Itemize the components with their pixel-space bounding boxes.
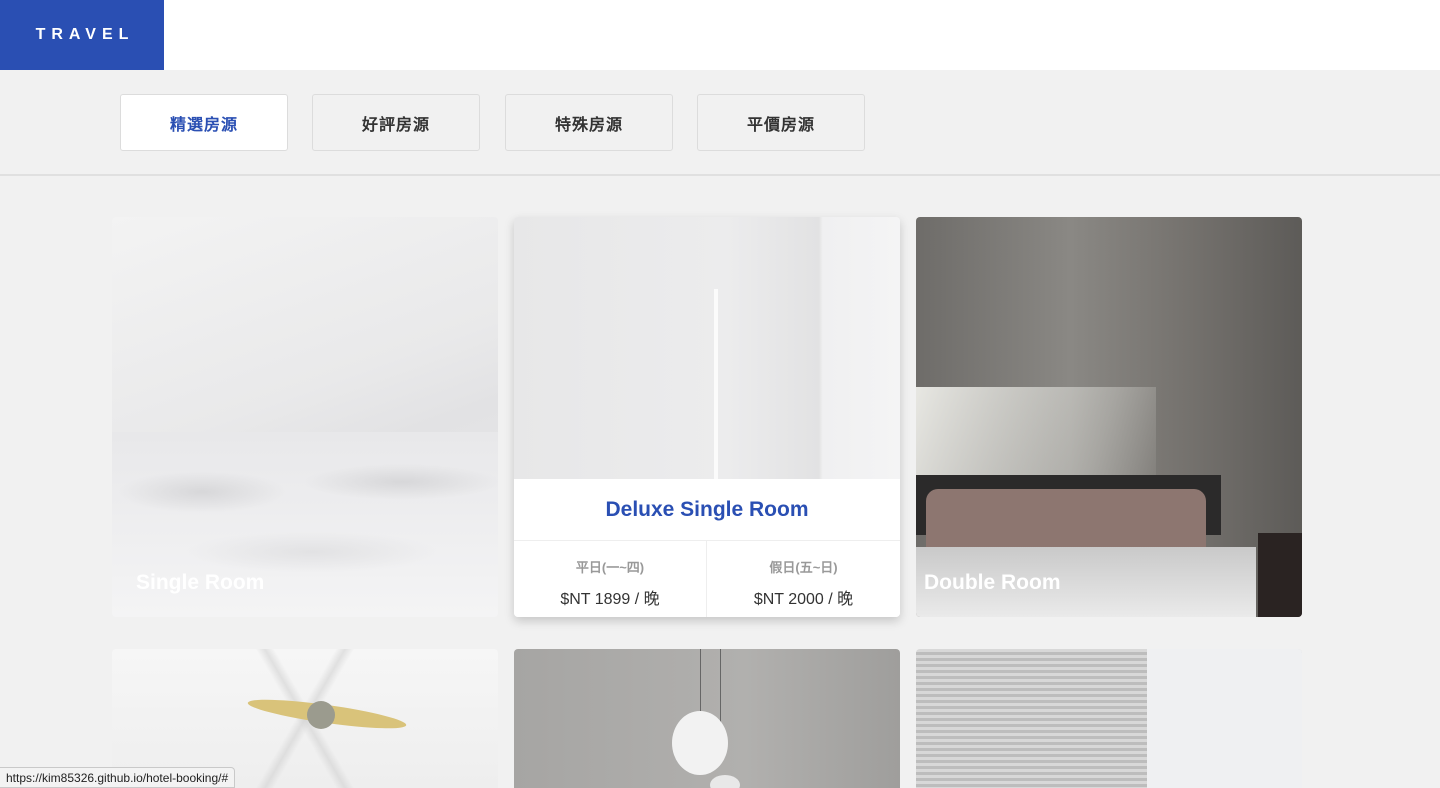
room-title: Double Room [924, 571, 1061, 594]
logo[interactable]: TRAVEL [0, 0, 164, 70]
tab-special[interactable]: 特殊房源 [505, 94, 673, 151]
room-details: Deluxe Single Room 平日(一~四) $NT 1899 / 晚 … [514, 479, 900, 617]
room-card-blinds[interactable] [916, 649, 1302, 788]
tab-budget[interactable]: 平價房源 [697, 94, 865, 151]
room-card-single[interactable]: Single Room [112, 217, 498, 617]
weekday-label: 平日(一~四) [575, 560, 645, 575]
weekday-price: $NT 1899 / 晚 [560, 591, 660, 608]
room-card-deluxe[interactable]: Deluxe Single Room 平日(一~四) $NT 1899 / 晚 … [514, 217, 900, 617]
room-card-lamp[interactable] [514, 649, 900, 788]
room-photo [916, 649, 1302, 788]
room-title: Single Room [136, 571, 265, 594]
holiday-price-block: 假日(五~日) $NT 2000 / 晚 [707, 541, 900, 617]
room-title: Deluxe Single Room [514, 479, 900, 541]
room-photo [514, 649, 900, 788]
weekday-price-block: 平日(一~四) $NT 1899 / 晚 [514, 541, 707, 617]
room-card-double[interactable]: Double Room [916, 217, 1302, 617]
tab-featured[interactable]: 精選房源 [120, 94, 288, 151]
holiday-label: 假日(五~日) [769, 560, 838, 575]
room-photo [112, 217, 498, 617]
room-photo [514, 217, 900, 479]
top-bar: TRAVEL [0, 0, 1440, 70]
status-bar-url: https://kim85326.github.io/hotel-booking… [0, 767, 236, 788]
room-photo [916, 217, 1302, 617]
tab-bar: 精選房源 好評房源 特殊房源 平價房源 [0, 70, 1440, 176]
holiday-price: $NT 2000 / 晚 [753, 591, 854, 608]
tab-top-rated[interactable]: 好評房源 [312, 94, 480, 151]
